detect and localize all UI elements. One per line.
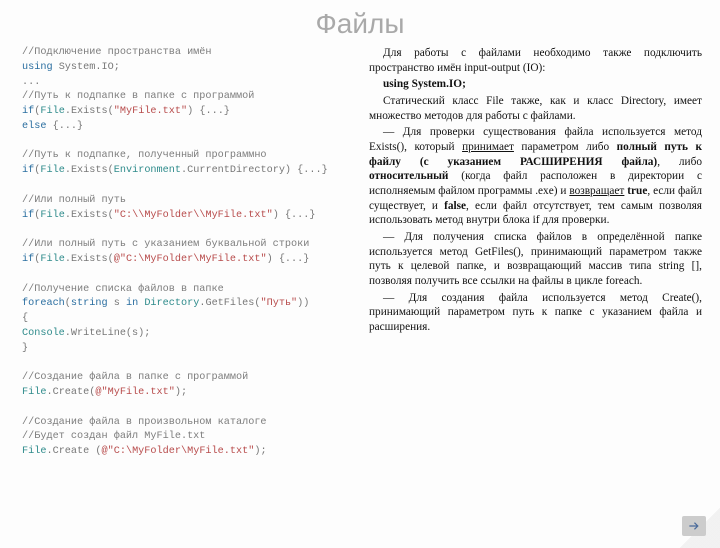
code-line: //Создание файла в папке с программой — [22, 372, 248, 383]
slide: Файлы //Подключение пространства имён us… — [0, 8, 720, 548]
para: — Для создания файла используется метод … — [369, 291, 702, 335]
next-button[interactable] — [682, 516, 706, 536]
code-line: //Путь к подпапке в папке с программой — [22, 91, 254, 102]
t: принимает — [462, 141, 514, 153]
code-kw: using — [22, 62, 53, 73]
code-inline: using System.IO; — [383, 78, 466, 90]
code-line: //Путь к подпапке, полученный программно — [22, 150, 267, 161]
code-text: .GetFiles( — [199, 298, 260, 309]
code-kw: in — [126, 298, 138, 309]
para: — Для получения списка файлов в определё… — [369, 230, 702, 289]
code-st: @"C:\MyFolder\MyFile.txt" — [102, 446, 255, 457]
t: true — [627, 185, 647, 197]
code-text: .Exists( — [65, 210, 114, 221]
code-kw: if — [22, 106, 34, 117]
para: — Для проверки существования файла испол… — [369, 125, 702, 228]
code-text: System.IO; — [53, 62, 120, 73]
code-line: //Или полный путь — [22, 195, 126, 206]
code-st: "Путь" — [260, 298, 297, 309]
code-kw: foreach — [22, 298, 65, 309]
code-ty: File — [40, 210, 64, 221]
code-kw: if — [22, 254, 34, 265]
t: относительный — [369, 170, 448, 182]
para: using System.IO; — [369, 77, 702, 92]
code-text: )) — [297, 298, 309, 309]
code-text: .Create ( — [46, 446, 101, 457]
code-ty: File — [40, 254, 64, 265]
code-st: @"MyFile.txt" — [95, 387, 174, 398]
code-block: //Подключение пространства имён using Sy… — [22, 46, 355, 460]
code-kw: if — [22, 165, 34, 176]
code-st: "MyFile.txt" — [114, 106, 187, 117]
code-st: "C:\\MyFolder\\MyFile.txt" — [114, 210, 273, 221]
t: , либо — [657, 156, 702, 168]
code-kw: else — [22, 121, 46, 132]
content-columns: //Подключение пространства имён using Sy… — [0, 46, 720, 460]
code-line: //Получение списка файлов в папке — [22, 284, 224, 295]
code-ty: Console — [22, 328, 65, 339]
page-title: Файлы — [0, 8, 720, 40]
code-text: .Create( — [46, 387, 95, 398]
code-ty: Directory — [144, 298, 199, 309]
code-text: ); — [175, 387, 187, 398]
code-kw: if — [22, 210, 34, 221]
code-ty: Environment — [114, 165, 181, 176]
t: параметром либо — [514, 141, 617, 153]
code-line: { — [22, 313, 28, 324]
code-text: ) {...} — [273, 210, 316, 221]
code-ty: File — [22, 387, 46, 398]
code-text: .Exists( — [65, 254, 114, 265]
code-text: {...} — [46, 121, 83, 132]
code-text: .CurrentDirectory) {...} — [181, 165, 328, 176]
code-text: ); — [254, 446, 266, 457]
code-text: .Exists( — [65, 106, 114, 117]
code-st: @"C:\MyFolder\MyFile.txt" — [114, 254, 267, 265]
code-ty: File — [22, 446, 46, 457]
code-text: .WriteLine(s); — [65, 328, 151, 339]
code-line: //Будет создан файл MyFile.txt — [22, 431, 205, 442]
code-text: ) {...} — [187, 106, 230, 117]
code-line: //Или полный путь с указанием буквальной… — [22, 239, 309, 250]
explanation-text: Для работы с файлами необходимо также по… — [369, 46, 702, 460]
code-line: ... — [22, 77, 40, 88]
para: Для работы с файлами необходимо также по… — [369, 46, 702, 75]
code-text: s — [108, 298, 126, 309]
code-line: } — [22, 343, 28, 354]
code-ty: File — [40, 165, 64, 176]
code-line: //Подключение пространства имён — [22, 47, 212, 58]
t: false — [444, 200, 466, 212]
code-text: .Exists( — [65, 165, 114, 176]
t: возвращает — [569, 185, 624, 197]
code-ty: File — [40, 106, 64, 117]
arrow-right-icon — [687, 519, 701, 533]
code-kw: string — [71, 298, 108, 309]
code-line: //Создание файла в произвольном каталоге — [22, 417, 267, 428]
para: Статический класс File также, как и клас… — [369, 94, 702, 123]
code-text: ) {...} — [267, 254, 310, 265]
